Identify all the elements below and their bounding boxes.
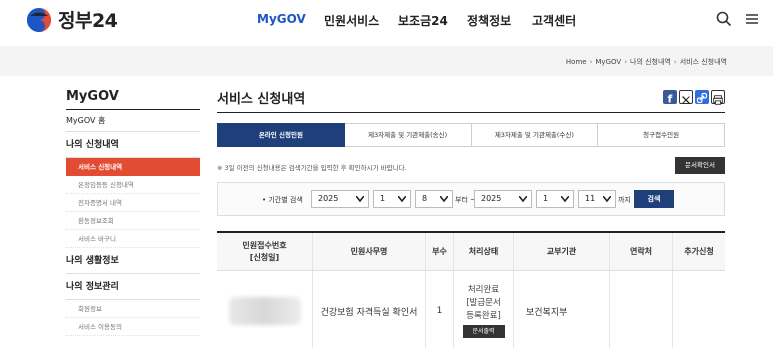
period-search-label: • 기간별 검색 — [262, 196, 303, 204]
sidebar-group-history[interactable]: 나의 신청내역 — [66, 132, 200, 158]
from-day-value: 8 — [422, 194, 428, 203]
from-month-value: 1 — [380, 194, 386, 203]
col-receipt-number: 민원접수번호 [신청일] — [217, 233, 313, 270]
redacted-receipt-number — [228, 297, 301, 325]
cell-receipt-number — [217, 271, 313, 348]
facebook-icon[interactable]: f — [663, 90, 677, 106]
to-month-value: 1 — [543, 194, 549, 203]
chevron-down-icon — [398, 196, 406, 202]
status-line-1: 처리완료 — [467, 285, 500, 295]
sidebar-title: MyGOV — [66, 86, 200, 110]
tab-online-application[interactable]: 온라인 신청민원 — [217, 123, 345, 147]
cell-status: 처리완료 [발급문서 등록완료] 문서출력 — [454, 271, 514, 348]
link-copy-icon[interactable] — [695, 90, 709, 104]
tab-claim-received[interactable]: 청구접수민원 — [598, 123, 725, 147]
document-confirm-button[interactable]: 문서확인서 — [675, 157, 725, 174]
cell-service-name[interactable]: 건강보험 자격득실 확인서 — [313, 271, 426, 348]
print-document-button[interactable]: 문서출력 — [462, 325, 505, 338]
from-month-select[interactable]: 1 — [373, 190, 411, 208]
sidebar-item-unified-history[interactable]: 온정임등등 신청내역 — [66, 176, 200, 194]
chevron-down-icon — [603, 196, 611, 202]
sidebar-item-member-info[interactable]: 회원정보 — [66, 300, 200, 318]
breadcrumb-separator-icon: › — [589, 58, 593, 66]
chevron-down-icon — [519, 196, 527, 202]
main-nav: MyGOV 민원서비스 보조금24 정책정보 고객센터 — [0, 12, 773, 32]
to-year-value: 2025 — [481, 194, 502, 203]
tab-third-party-sent[interactable]: 제3자제출 및 기관제출(송신) — [344, 123, 472, 147]
col-contact: 연락처 — [610, 233, 673, 270]
col-additional: 추가신청 — [684, 246, 714, 256]
nav-customer-center[interactable]: 고객센터 — [532, 12, 576, 29]
sidebar-item-service-history[interactable]: 서비스 신청내역 — [66, 158, 200, 176]
col-status: 처리상태 — [454, 233, 514, 270]
table-header-row: 민원접수번호 [신청일] 민원사무명 부수 처리상태 교부기관 연락처 추가신청 — [217, 233, 725, 271]
breadcrumb-separator-icon: › — [673, 58, 677, 66]
status-line-2: [발급문서 — [466, 298, 501, 308]
nav-policy-info[interactable]: 정책정보 — [467, 12, 511, 29]
page-title: 서비스 신청내역 — [217, 92, 306, 107]
cell-contact — [610, 271, 673, 348]
breadcrumb-separator-icon: › — [624, 58, 627, 66]
chevron-down-icon — [440, 196, 448, 202]
nav-subsidy24[interactable]: 보조금24 — [398, 12, 448, 29]
search-notice: ※ 3일 이전의 신청내용은 검색기간을 입력한 후 확인하시기 바랍니다. — [217, 164, 407, 172]
col-service-name: 민원사무명 — [313, 233, 426, 270]
to-day-value: 11 — [585, 194, 596, 203]
from-day-select[interactable]: 8 — [415, 190, 453, 208]
share-buttons: f — [663, 90, 725, 106]
breadcrumb-bar: Home › MyGOV › 나의 신청내역 › 서비스 신청내역 — [0, 46, 773, 76]
breadcrumb-mygov[interactable]: MyGOV — [595, 58, 621, 66]
breadcrumb: Home › MyGOV › 나의 신청내역 › 서비스 신청내역 — [566, 57, 727, 67]
from-suffix-label: 부터 ~ — [455, 196, 476, 204]
x-twitter-icon[interactable] — [679, 90, 693, 104]
to-day-select[interactable]: 11 — [578, 190, 616, 208]
table-row: 건강보험 자격득실 확인서 1 처리완료 [발급문서 등록완료] 문서출력 보건… — [217, 271, 725, 348]
tab-bar: 온라인 신청민원 제3자제출 및 기관제출(송신) 제3자제출 및 기관제출(수… — [217, 123, 725, 147]
period-search-box: • 기간별 검색 2025 1 8 부터 ~ 2025 1 11 까지 검색 — [217, 182, 725, 216]
chevron-down-icon — [561, 196, 569, 202]
col-receipt-number-label: 민원접수번호 [신청일] — [242, 240, 287, 262]
cell-count: 1 — [426, 271, 454, 348]
print-icon[interactable] — [711, 90, 725, 105]
sidebar-item-mygov-home[interactable]: MyGOV 홈 — [66, 110, 200, 132]
main-content: 서비스 신청내역 f 온라인 신청민원 제3자제출 및 기관제출(송신) 제3자… — [217, 86, 725, 348]
nav-mygov[interactable]: MyGOV — [257, 12, 306, 26]
col-agency: 교부기관 — [514, 233, 610, 270]
col-count: 부수 — [426, 233, 454, 270]
to-year-select[interactable]: 2025 — [474, 190, 532, 208]
title-divider — [217, 112, 725, 113]
tab-third-party-received[interactable]: 제3자제출 및 기관제출(수신) — [471, 123, 599, 147]
sidebar-item-basket[interactable]: 서비스 바구니 — [66, 230, 200, 248]
svg-text:f: f — [668, 93, 673, 106]
breadcrumb-current: 서비스 신청내역 — [679, 58, 727, 66]
from-year-value: 2025 — [318, 194, 339, 203]
sidebar-group-info-manage[interactable]: 나의 정보관리 — [66, 274, 200, 300]
status-line-3: 등록완료] — [466, 311, 501, 321]
history-table: 민원접수번호 [신청일] 민원사무명 부수 처리상태 교부기관 연락처 추가신청… — [217, 231, 725, 348]
to-suffix-label: 까지 — [618, 196, 631, 204]
sidebar-group-life-info[interactable]: 나의 생활정보 — [66, 248, 200, 274]
sidebar-item-e-certificate[interactable]: 전자증명서 내역 — [66, 194, 200, 212]
search-button[interactable]: 검색 — [634, 190, 674, 208]
site-header: 정부24 MyGOV 민원서비스 보조금24 정책정보 고객센터 — [0, 0, 773, 46]
search-icon[interactable] — [715, 10, 733, 28]
nav-civil-service[interactable]: 민원서비스 — [324, 12, 379, 29]
to-month-select[interactable]: 1 — [536, 190, 574, 208]
sidebar-item-refund[interactable]: 환동정보조회 — [66, 212, 200, 230]
from-year-select[interactable]: 2025 — [311, 190, 369, 208]
sidebar: MyGOV MyGOV 홈 나의 신청내역 서비스 신청내역 온정임등등 신청내… — [66, 86, 200, 336]
chevron-down-icon — [356, 196, 364, 202]
cell-agency: 보건복지부 — [514, 271, 610, 348]
breadcrumb-home[interactable]: Home — [566, 58, 587, 66]
menu-icon[interactable] — [743, 10, 761, 28]
sidebar-item-service-consent[interactable]: 서비스 이용동의 — [66, 318, 200, 336]
cell-additional — [673, 271, 725, 348]
breadcrumb-history[interactable]: 나의 신청내역 — [630, 57, 671, 67]
